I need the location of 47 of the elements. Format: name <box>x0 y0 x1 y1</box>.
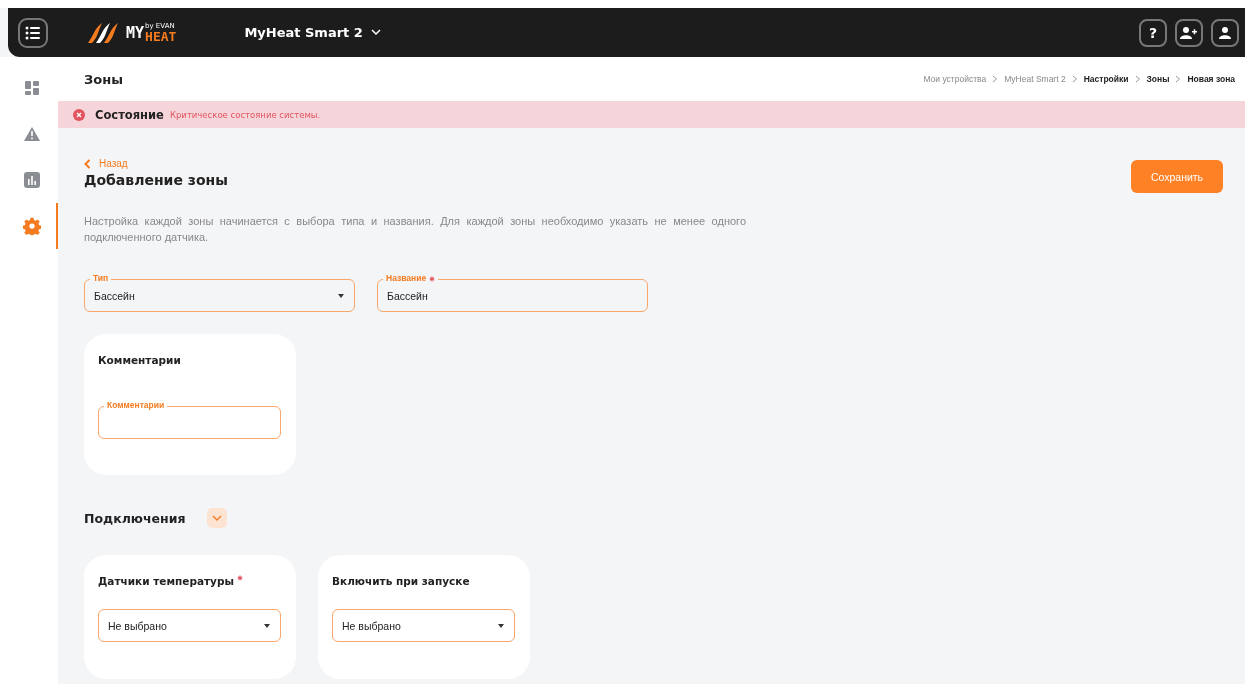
type-select[interactable]: Тип Бассейн <box>84 273 355 312</box>
chevron-right-icon <box>992 75 999 83</box>
status-message: Критическое состояние системы. <box>169 109 321 120</box>
chevron-right-icon <box>1071 75 1078 83</box>
card-title: Комментарии <box>98 354 182 366</box>
breadcrumb-link[interactable]: Настройки <box>1083 74 1129 84</box>
chevron-icon <box>212 514 223 522</box>
field-label: Название <box>383 273 439 284</box>
breadcrumb-link[interactable]: Мои устройства <box>923 74 987 84</box>
warning-icon <box>23 126 41 142</box>
sensor-select[interactable]: Не выбрано <box>332 603 515 642</box>
device-selector[interactable]: MyHeat Smart 2 <box>238 24 387 41</box>
logo-wordmark-accent: HEAT <box>145 29 177 43</box>
logo-wordmark: MY <box>126 23 145 42</box>
form-heading: Добавление зоны <box>84 172 228 188</box>
page-title: Зоны <box>84 71 123 87</box>
dropdown-caret-icon <box>497 623 505 628</box>
chevron-down-icon <box>370 29 381 36</box>
breadcrumb-link[interactable]: Новая зона <box>1187 74 1235 84</box>
chevron-right-icon <box>1175 75 1182 83</box>
card-title: Датчики температуры <box>98 575 234 587</box>
breadcrumb-link[interactable]: MyHeat Smart 2 <box>1004 74 1066 84</box>
name-input-field[interactable]: Название Бассейн <box>377 273 648 312</box>
help-button[interactable]: ? <box>1139 18 1167 47</box>
dashboard-icon <box>25 81 39 95</box>
card-title: Включить при запуске <box>332 575 470 587</box>
sensor-select[interactable]: Не выбрано <box>98 603 281 642</box>
settings-icon <box>23 217 41 235</box>
collapse-toggle[interactable] <box>207 508 228 528</box>
breadcrumb-link[interactable]: Зоны <box>1146 74 1170 84</box>
bar-chart-icon <box>24 172 40 188</box>
section-title: Подключения <box>84 510 186 526</box>
dropdown-caret-icon <box>337 293 345 298</box>
menu-icon <box>24 24 42 41</box>
status-label: Состояние <box>95 107 164 122</box>
chevron-left-icon <box>84 158 91 169</box>
dropdown-caret-icon <box>263 623 271 628</box>
menu-button[interactable] <box>18 17 48 48</box>
description-text: Настройка каждой зоны начинается с выбора типа и названия. Для каждой зоны необходимо указать не менее одного подключенного датчика. <box>84 214 746 245</box>
chevron-right-icon <box>1134 75 1141 83</box>
add-user-icon <box>1180 25 1198 40</box>
field-label: Тип <box>90 273 112 284</box>
user-icon <box>1218 25 1232 40</box>
error-icon <box>73 108 85 121</box>
profile-button[interactable] <box>1211 18 1239 47</box>
add-user-button[interactable] <box>1175 18 1203 47</box>
field-label: Комментарии <box>104 400 168 411</box>
